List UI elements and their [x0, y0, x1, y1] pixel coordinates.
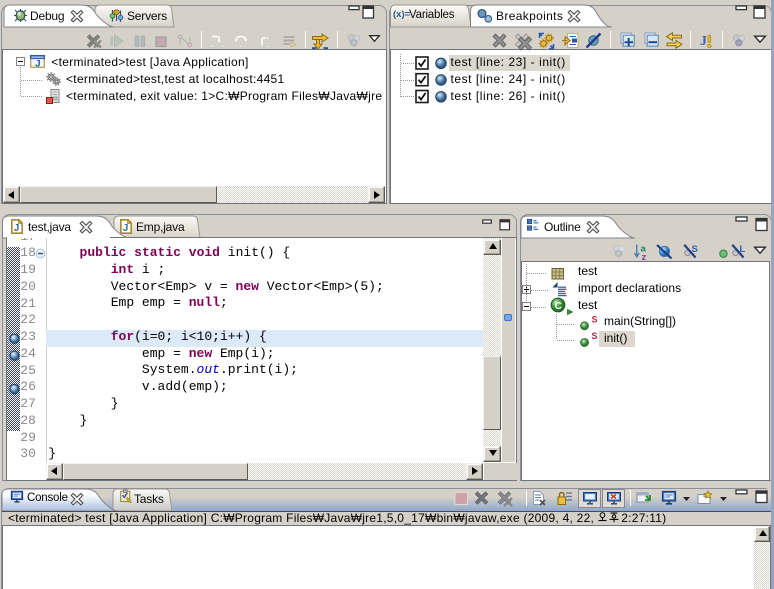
svg-text:S: S	[592, 315, 598, 325]
svg-text:z: z	[642, 252, 647, 263]
svg-text:C: C	[554, 301, 561, 312]
svg-text:J: J	[122, 223, 128, 234]
svg-text:J: J	[14, 223, 20, 234]
svg-text:S: S	[592, 331, 598, 341]
svg-text:(x)=: (x)=	[393, 9, 411, 20]
svg-text:J: J	[35, 59, 40, 70]
svg-text:S: S	[692, 244, 698, 255]
svg-text:J: J	[700, 34, 707, 49]
svg-text:L: L	[740, 244, 746, 255]
